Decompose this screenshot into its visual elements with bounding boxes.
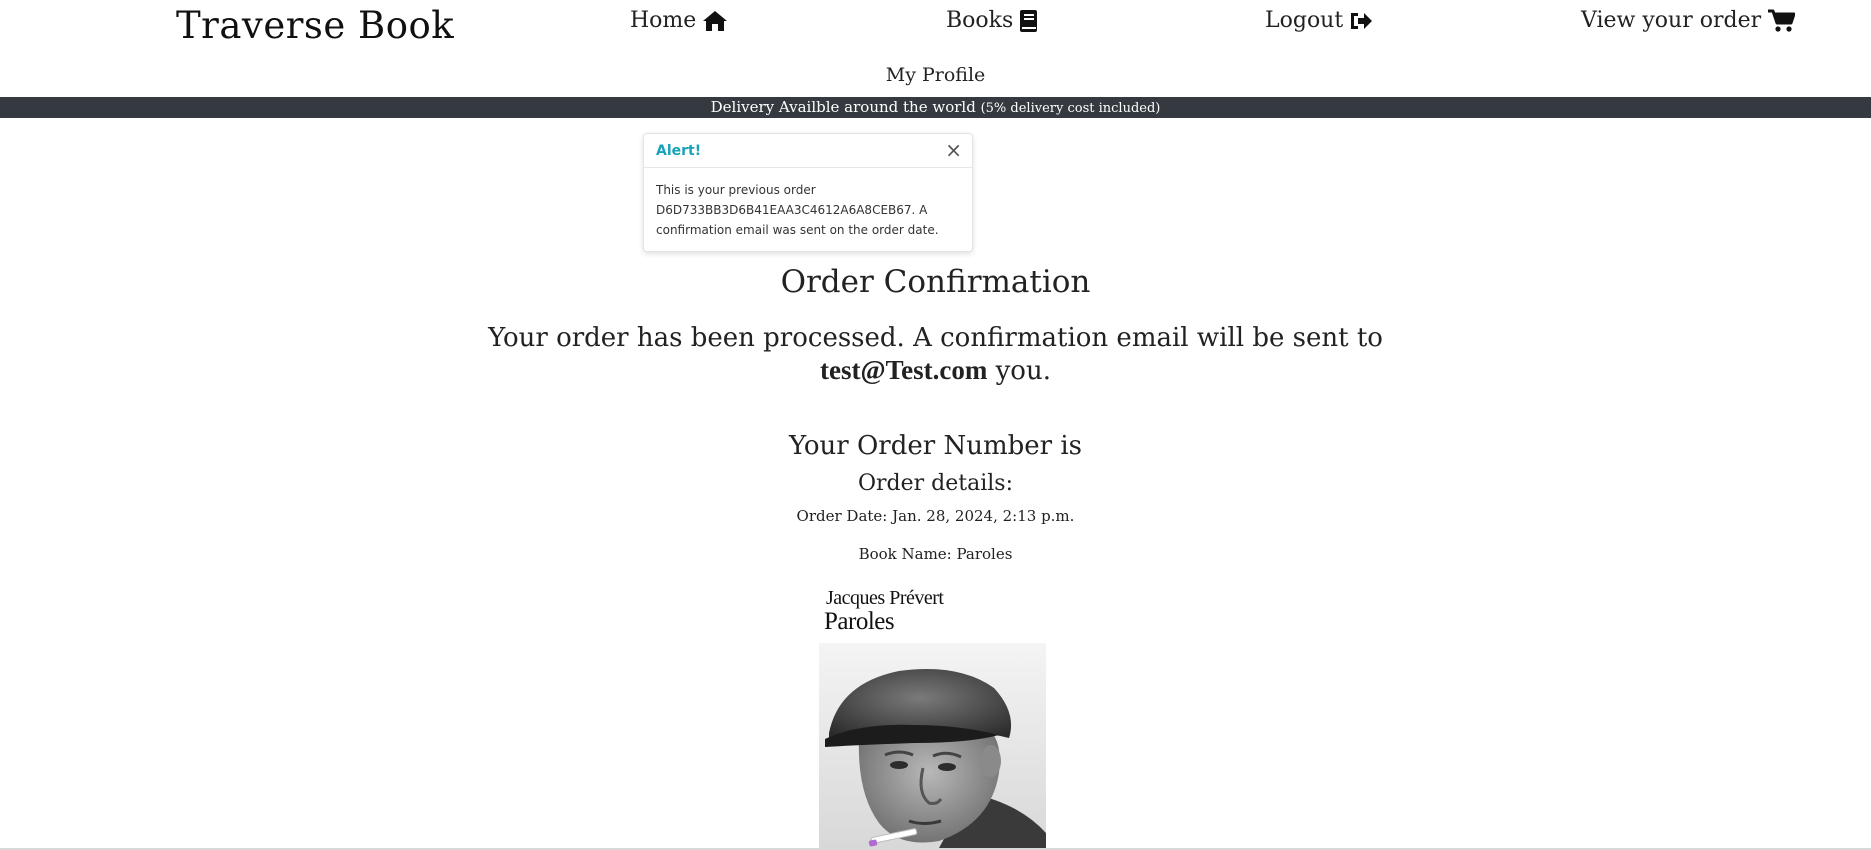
book-cover-image: Jacques Prévert Paroles — [819, 585, 1047, 848]
processed-text: Your order has been processed. A confirm… — [488, 323, 1383, 353]
cover-title: Paroles — [824, 608, 895, 635]
nav-view-order-label: View your order — [1581, 8, 1762, 33]
cover-author: Jacques Prévert — [826, 587, 944, 609]
customer-email: test@Test.com — [820, 355, 988, 385]
delivery-banner-text: Delivery Availble around the world — [710, 98, 976, 116]
page-title: Order Confirmation — [780, 264, 1091, 300]
sign-out-icon — [1349, 10, 1373, 32]
alert-message: This is your previous order D6D733BB3D6B… — [656, 183, 939, 237]
nav-logout-link[interactable]: Logout — [1265, 8, 1373, 33]
nav-books-label: Books — [946, 8, 1014, 33]
brand-logo[interactable]: Traverse Book — [176, 4, 454, 47]
processed-message: Your order has been processed. A confirm… — [0, 322, 1871, 387]
delivery-banner-note: (5% delivery cost included) — [980, 101, 1161, 116]
nav-logout-label: Logout — [1265, 8, 1344, 33]
nav-profile-row: My Profile — [0, 64, 1871, 86]
nav-view-order-link[interactable]: View your order — [1581, 8, 1796, 33]
alert-toast-header: Alert! × — [644, 134, 972, 168]
order-date: Order Date: Jan. 28, 2024, 2:13 p.m. — [796, 507, 1075, 525]
navbar: Traverse Book Home Books Logout View you… — [0, 0, 1871, 96]
nav-home-label: Home — [630, 8, 697, 33]
book-icon — [1019, 9, 1039, 33]
alert-title: Alert! — [656, 143, 702, 159]
book-name: Book Name: Paroles — [858, 545, 1013, 563]
shopping-cart-icon — [1767, 9, 1796, 33]
close-icon[interactable]: × — [945, 138, 962, 162]
nav-my-profile-link[interactable]: My Profile — [886, 64, 986, 86]
delivery-banner: Delivery Availble around the world (5% d… — [0, 97, 1871, 118]
home-icon — [702, 10, 728, 32]
processed-suffix: you. — [995, 356, 1051, 386]
nav-home-link[interactable]: Home — [630, 8, 728, 33]
author-portrait — [819, 643, 1046, 848]
alert-toast: Alert! × This is your previous order D6D… — [643, 133, 973, 252]
nav-books-link[interactable]: Books — [946, 8, 1039, 33]
order-number-heading: Your Order Number is — [789, 431, 1082, 461]
order-details-heading: Order details: — [858, 471, 1013, 496]
